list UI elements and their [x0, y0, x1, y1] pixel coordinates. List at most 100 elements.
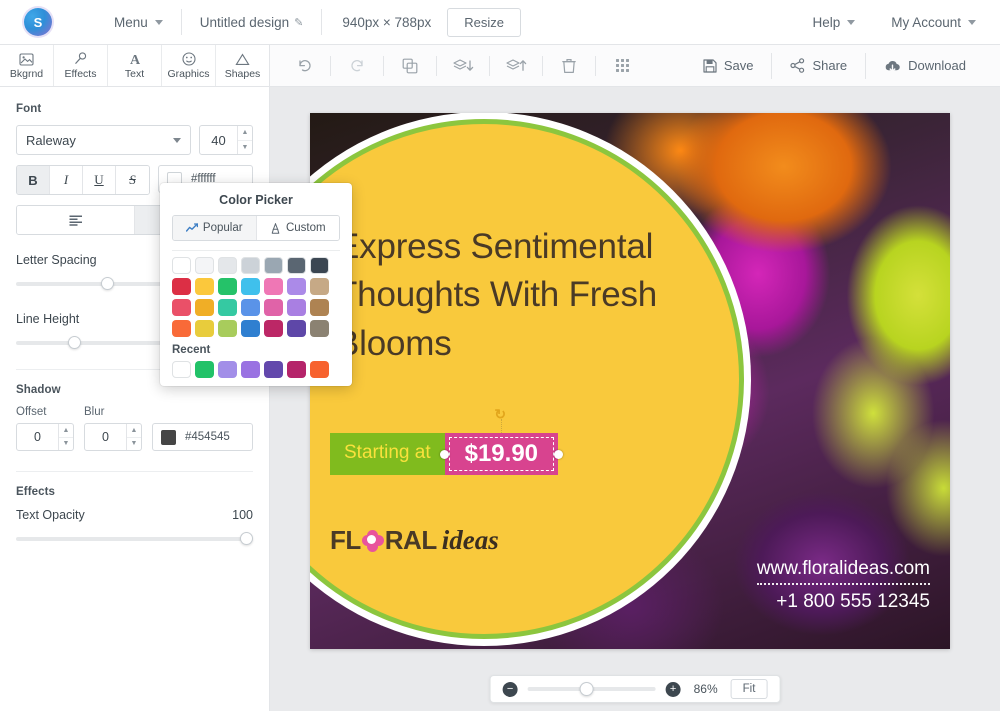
slider-knob[interactable] [68, 336, 81, 349]
recent-color-swatch[interactable] [195, 361, 214, 378]
headline-text[interactable]: Express Sentimental Thoughts With Fresh … [336, 223, 666, 368]
tab-text[interactable]: A Text [108, 45, 162, 86]
document-title[interactable]: Untitled design ✎ [182, 0, 322, 45]
account-menu[interactable]: My Account [873, 0, 1000, 45]
tab-popular[interactable]: Popular [173, 216, 256, 240]
zoom-out-button[interactable]: − [503, 682, 518, 697]
resize-handle-left[interactable] [440, 450, 449, 459]
resize-button[interactable]: Resize [447, 8, 521, 37]
tab-effects[interactable]: Effects [54, 45, 108, 86]
undo-button[interactable] [284, 45, 324, 87]
recent-color-swatch[interactable] [172, 361, 191, 378]
color-swatch[interactable] [241, 278, 260, 295]
color-swatch[interactable] [195, 299, 214, 316]
align-left-button[interactable] [17, 206, 135, 234]
color-swatch[interactable] [218, 320, 237, 337]
brand-logo[interactable]: FL RAL ideas [330, 525, 499, 556]
color-swatch[interactable] [264, 320, 283, 337]
contact-info[interactable]: www.floralideas.com +1 800 555 12345 [757, 558, 930, 613]
delete-button[interactable] [549, 45, 589, 87]
font-family-select[interactable]: Raleway [16, 125, 191, 155]
opacity-slider[interactable] [16, 529, 253, 549]
avatar[interactable]: S [24, 8, 52, 36]
artboard[interactable]: Express Sentimental Thoughts With Fresh … [310, 113, 950, 649]
offset-stepper[interactable]: 0 ▲ ▼ [16, 423, 74, 451]
pencil-icon[interactable]: ✎ [294, 16, 303, 29]
redo-button[interactable] [337, 45, 377, 87]
bring-forward-button[interactable] [496, 45, 536, 87]
account-label: My Account [891, 15, 961, 30]
color-swatch[interactable] [218, 257, 237, 274]
zoom-slider[interactable] [528, 682, 656, 696]
font-size-spinner[interactable]: ▲ ▼ [237, 126, 252, 154]
strikethrough-button[interactable]: S [116, 166, 149, 194]
recent-color-swatch[interactable] [310, 361, 329, 378]
tab-shapes[interactable]: Shapes [216, 45, 269, 86]
slider-knob[interactable] [101, 277, 114, 290]
rotate-handle-icon[interactable]: ↻ [494, 407, 508, 421]
shadow-color-field[interactable]: #454545 [152, 423, 253, 451]
menu-button[interactable]: Menu [96, 0, 181, 45]
share-button[interactable]: Share [772, 45, 865, 87]
color-swatch[interactable] [172, 278, 191, 295]
color-swatch[interactable] [218, 299, 237, 316]
spinner-down-icon[interactable]: ▼ [59, 438, 73, 451]
color-swatch[interactable] [310, 257, 329, 274]
color-swatch[interactable] [218, 278, 237, 295]
slider-knob[interactable] [240, 532, 253, 545]
italic-button[interactable]: I [50, 166, 83, 194]
recent-color-swatch[interactable] [264, 361, 283, 378]
canvas-area[interactable]: Express Sentimental Thoughts With Fresh … [270, 87, 1000, 711]
zoom-in-button[interactable]: + [666, 682, 681, 697]
zoom-fit-button[interactable]: Fit [731, 679, 768, 699]
recent-color-swatch[interactable] [218, 361, 237, 378]
color-swatch[interactable] [241, 320, 260, 337]
spinner-up-icon[interactable]: ▲ [59, 424, 73, 438]
color-swatch[interactable] [287, 320, 306, 337]
send-backward-button[interactable] [443, 45, 483, 87]
color-swatch[interactable] [195, 278, 214, 295]
spinner-up-icon[interactable]: ▲ [238, 126, 252, 141]
color-swatch[interactable] [195, 320, 214, 337]
color-swatch[interactable] [264, 299, 283, 316]
color-swatch[interactable] [310, 299, 329, 316]
color-swatch[interactable] [287, 257, 306, 274]
blur-spinner[interactable]: ▲ ▼ [126, 424, 141, 450]
color-swatch[interactable] [264, 257, 283, 274]
save-button[interactable]: Save [685, 45, 772, 87]
bold-button[interactable]: B [17, 166, 50, 194]
blur-stepper[interactable]: 0 ▲ ▼ [84, 423, 142, 451]
spinner-up-icon[interactable]: ▲ [127, 424, 141, 438]
color-swatch[interactable] [172, 320, 191, 337]
tab-bkgrnd[interactable]: Bkgrnd [0, 45, 54, 86]
slider-knob[interactable] [580, 682, 594, 696]
color-swatch[interactable] [287, 278, 306, 295]
underline-button[interactable]: U [83, 166, 116, 194]
tab-graphics[interactable]: Graphics [162, 45, 216, 86]
recent-color-swatch[interactable] [287, 361, 306, 378]
logo-bold-text-2: RAL [385, 525, 437, 556]
duplicate-button[interactable] [390, 45, 430, 87]
tab-custom[interactable]: Custom [256, 216, 340, 240]
color-swatch[interactable] [241, 257, 260, 274]
grid-button[interactable] [602, 45, 642, 87]
offset-spinner[interactable]: ▲ ▼ [58, 424, 73, 450]
swatch-row [172, 320, 340, 337]
color-swatch[interactable] [195, 257, 214, 274]
font-size-stepper[interactable]: 40 ▲ ▼ [199, 125, 253, 155]
color-swatch[interactable] [172, 299, 191, 316]
spinner-down-icon[interactable]: ▼ [238, 141, 252, 155]
color-swatch[interactable] [287, 299, 306, 316]
color-swatch[interactable] [264, 278, 283, 295]
help-menu[interactable]: Help [794, 0, 873, 45]
price-prefix[interactable]: Starting at [330, 433, 445, 475]
price-value-selected[interactable]: $19.90 ↻ [445, 433, 558, 475]
spinner-down-icon[interactable]: ▼ [127, 438, 141, 451]
download-button[interactable]: Download [866, 45, 984, 87]
color-swatch[interactable] [310, 278, 329, 295]
color-swatch[interactable] [172, 257, 191, 274]
color-swatch[interactable] [310, 320, 329, 337]
recent-color-swatch[interactable] [241, 361, 260, 378]
resize-handle-right[interactable] [554, 450, 563, 459]
color-swatch[interactable] [241, 299, 260, 316]
